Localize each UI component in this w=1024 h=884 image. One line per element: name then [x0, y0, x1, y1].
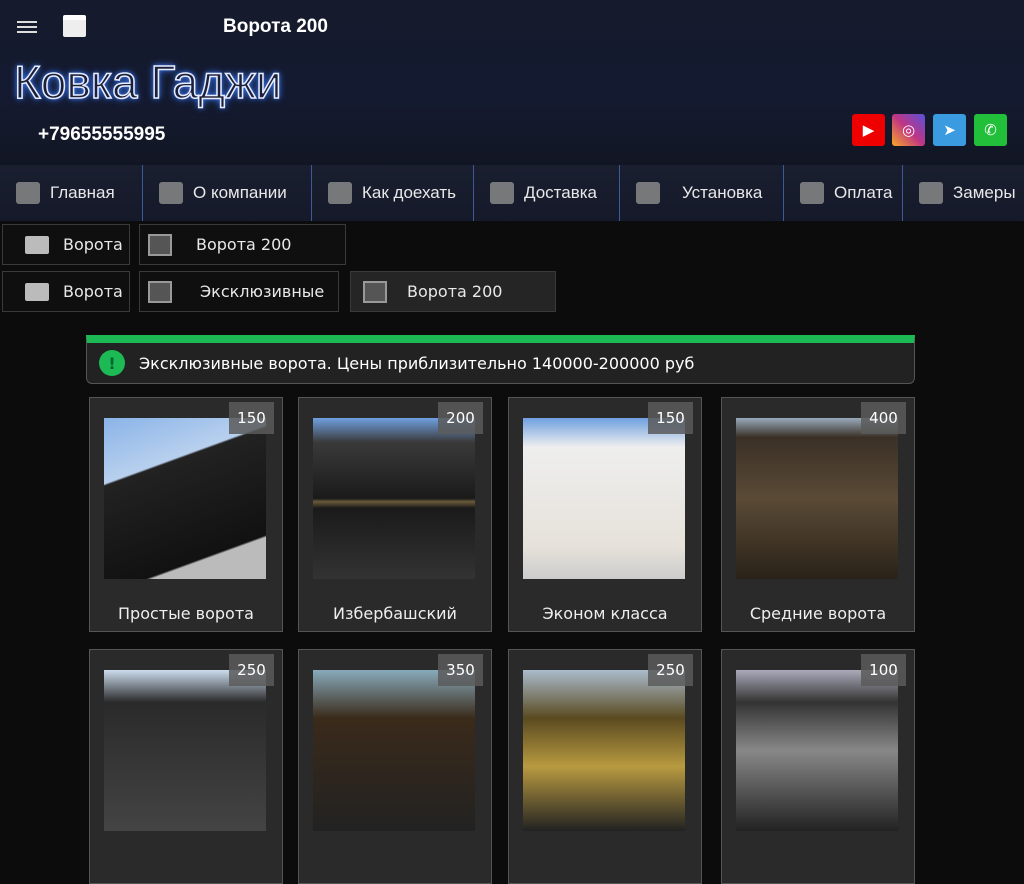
breadcrumb-vorota[interactable]: Ворота [2, 271, 130, 312]
site-header: Ворота 200 Ковка Гаджи +79655555995 ▶ ◎ … [0, 0, 1024, 165]
truck-icon [636, 182, 660, 204]
nav-delivery[interactable]: Доставка [474, 165, 620, 221]
gate-photo[interactable] [736, 670, 898, 831]
phone-number[interactable]: +79655555995 [38, 124, 165, 146]
whatsapp-icon[interactable]: ✆ [974, 114, 1007, 146]
gate-photo[interactable] [313, 670, 475, 831]
gate-card[interactable]: 150 Эконом класса [508, 397, 702, 632]
instagram-icon[interactable]: ◎ [892, 114, 925, 146]
breadcrumb-vorota[interactable]: Ворота [2, 224, 130, 265]
card-caption[interactable]: Средние ворота [722, 604, 914, 623]
telegram-icon[interactable]: ➤ [933, 114, 966, 146]
image-icon [363, 280, 387, 303]
page-title: Ворота 200 [223, 16, 328, 37]
price-badge: 250 [229, 654, 274, 686]
gate-card[interactable]: 400 Средние ворота [721, 397, 915, 632]
image-icon [148, 233, 172, 256]
nav-measurements[interactable]: Замеры [903, 165, 1024, 221]
breadcrumb-label: Ворота 200 [196, 235, 292, 254]
delivery-icon [490, 182, 514, 204]
nav-installation[interactable]: Установка [620, 165, 784, 221]
hamburger-menu-icon[interactable] [17, 18, 37, 34]
card-caption[interactable]: Эконом класса [509, 604, 701, 623]
window-icon[interactable] [63, 15, 86, 37]
price-badge: 200 [438, 402, 483, 434]
nav-label: Оплата [834, 183, 893, 202]
info-notice: ! Эксклюзивные ворота. Цены приблизитель… [86, 335, 915, 384]
gate-card[interactable]: 200 Избербашский [298, 397, 492, 632]
breadcrumb-vorota-200-active[interactable]: Ворота 200 [350, 271, 556, 312]
price-badge: 150 [229, 402, 274, 434]
nav-label: О компании [193, 183, 287, 202]
nav-label: Установка [682, 183, 763, 202]
route-icon [328, 182, 352, 204]
nav-directions[interactable]: Как доехать [312, 165, 474, 221]
price-badge: 150 [648, 402, 693, 434]
payment-icon [800, 182, 824, 204]
card-caption[interactable]: Простые ворота [90, 604, 282, 623]
main-nav: Главная О компании Как доехать Доставка … [0, 165, 1024, 221]
gate-photo[interactable] [523, 670, 685, 831]
nav-label: Замеры [953, 183, 1016, 202]
youtube-icon[interactable]: ▶ [852, 114, 885, 146]
card-caption[interactable]: Избербашский [299, 604, 491, 623]
exclamation-icon: ! [99, 350, 125, 376]
breadcrumb-label: Эксклюзивные [200, 282, 325, 301]
gate-card[interactable]: 150 Простые ворота [89, 397, 283, 632]
folder-icon [25, 235, 49, 254]
nav-label: Как доехать [362, 183, 457, 202]
breadcrumb-label: Ворота 200 [407, 282, 503, 301]
team-icon [159, 182, 183, 204]
breadcrumb-exclusive[interactable]: Эксклюзивные [139, 271, 339, 312]
breadcrumb-label: Ворота [63, 235, 123, 254]
gate-photo[interactable] [104, 670, 266, 831]
nav-home[interactable]: Главная [0, 165, 143, 221]
price-badge: 250 [648, 654, 693, 686]
price-badge: 100 [861, 654, 906, 686]
nav-payment[interactable]: Оплата [784, 165, 903, 221]
site-logo[interactable]: Ковка Гаджи [13, 55, 282, 109]
gate-photo[interactable] [313, 418, 475, 579]
folder-icon [25, 282, 49, 301]
notice-text: Эксклюзивные ворота. Цены приблизительно… [139, 353, 695, 373]
breadcrumb-label: Ворота [63, 282, 123, 301]
camera-icon [148, 280, 172, 303]
price-badge: 350 [438, 654, 483, 686]
nav-label: Доставка [524, 183, 598, 202]
nav-label: Главная [50, 183, 115, 202]
gate-photo[interactable] [736, 418, 898, 579]
gate-photo[interactable] [104, 418, 266, 579]
home-icon [16, 182, 40, 204]
book-icon [919, 182, 943, 204]
breadcrumb-vorota-200[interactable]: Ворота 200 [139, 224, 346, 265]
nav-about[interactable]: О компании [143, 165, 312, 221]
gate-photo[interactable] [523, 418, 685, 579]
price-badge: 400 [861, 402, 906, 434]
